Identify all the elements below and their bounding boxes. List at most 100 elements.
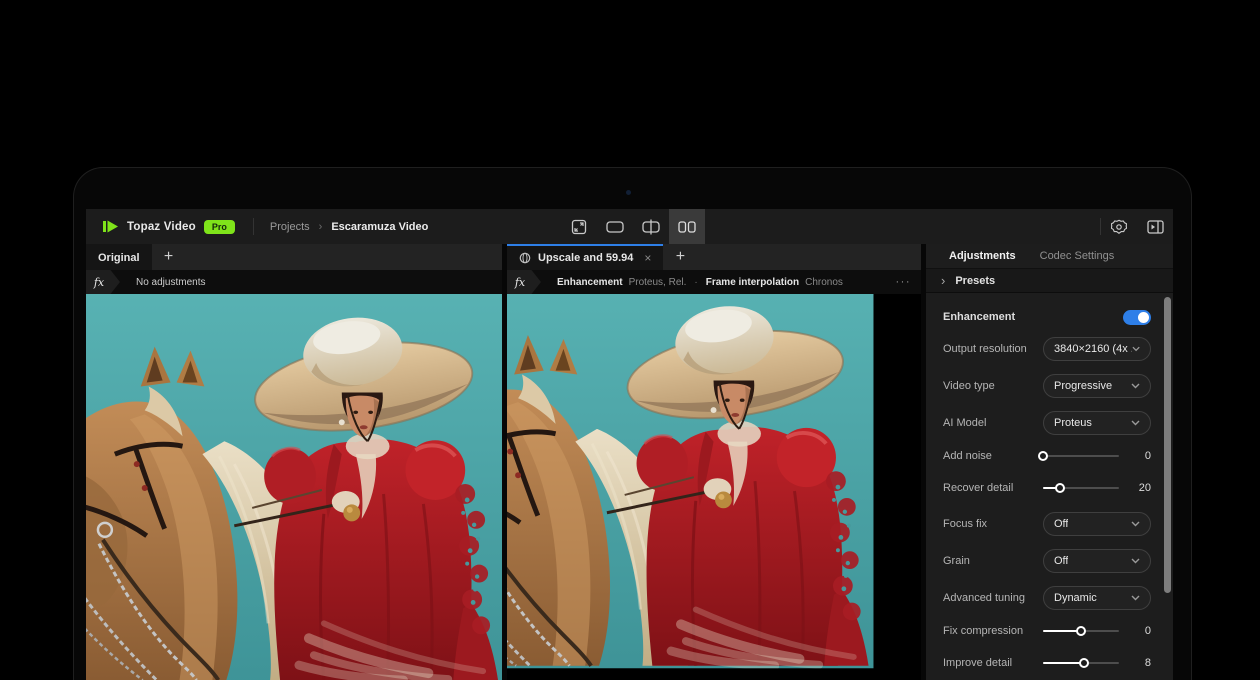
fx-badge: fx: [86, 270, 120, 294]
tab-original-label: Original: [98, 252, 140, 264]
control-row: AI Model Proteus: [943, 411, 1151, 435]
chevron-down-icon: [1131, 595, 1140, 601]
enhancement-sphere-icon: [519, 252, 531, 264]
add-view-tab-button[interactable]: +: [663, 244, 697, 270]
pro-badge: Pro: [204, 220, 235, 234]
slider-fill: [1043, 662, 1084, 664]
control-row: Fix compression 0: [943, 623, 1151, 639]
topaz-logo-icon: [102, 220, 119, 233]
focus-fix-label: Focus fix: [943, 518, 1043, 530]
separator-dot: ·: [692, 277, 699, 288]
slider-knob[interactable]: [1038, 451, 1048, 461]
original-pane: Original + fx No adjustments: [86, 244, 502, 680]
adjustments-panel: Enhancement Output resolution 3840×2160 …: [926, 293, 1173, 680]
slider-knob[interactable]: [1079, 658, 1089, 668]
presets-section-header[interactable]: › Presets: [926, 269, 1173, 293]
right-sidebar: Adjustments Codec Settings › Presets Enh…: [926, 244, 1173, 680]
split-view-button[interactable]: [633, 209, 669, 244]
control-row: Improve detail 8: [943, 655, 1151, 671]
ai-model-label: AI Model: [943, 417, 1043, 429]
dropdown-value: 3840×2160 (4x ...: [1054, 343, 1132, 355]
chevron-right-icon: ›: [941, 274, 945, 287]
dropdown-value: Proteus: [1054, 417, 1092, 429]
original-tabbar: Original +: [86, 244, 502, 270]
video-type-dropdown[interactable]: Progressive: [1043, 374, 1151, 398]
control-row: Recover detail 20: [943, 480, 1151, 496]
single-view-button[interactable]: [597, 209, 633, 244]
chevron-down-icon: [1131, 420, 1140, 426]
fit-view-icon: [571, 219, 587, 235]
output-resolution-dropdown[interactable]: 3840×2160 (4x ...: [1043, 337, 1151, 361]
enhancement-toggle[interactable]: [1123, 310, 1151, 325]
fit-view-button[interactable]: [561, 209, 597, 244]
fx-icon: fx: [94, 276, 112, 289]
grain-label: Grain: [943, 555, 1043, 567]
original-status-text: No adjustments: [136, 277, 205, 288]
breadcrumb-projects[interactable]: Projects: [270, 221, 310, 233]
grain-dropdown[interactable]: Off: [1043, 549, 1151, 573]
app-window: Topaz Video Pro Projects › Escaramuza Vi…: [86, 209, 1173, 680]
dropdown-value: Progressive: [1054, 380, 1112, 392]
dropdown-value: Off: [1054, 518, 1068, 530]
add-noise-label: Add noise: [943, 450, 1043, 462]
focus-fix-dropdown[interactable]: Off: [1043, 512, 1151, 536]
improve-detail-label: Improve detail: [943, 657, 1043, 669]
upscale-video-preview[interactable]: [507, 294, 921, 680]
advanced-tuning-label: Advanced tuning: [943, 592, 1043, 604]
chevron-down-icon: [1132, 346, 1140, 352]
app-title: Topaz Video: [127, 221, 196, 233]
recover-detail-slider[interactable]: [1043, 480, 1119, 496]
side-by-side-icon: [678, 221, 696, 233]
tab-upscale-label: Upscale and 59.94: [538, 252, 633, 264]
breadcrumb: Projects › Escaramuza Video: [254, 209, 444, 244]
fix-compression-slider[interactable]: [1043, 623, 1119, 639]
dropdown-value: Off: [1054, 555, 1068, 567]
add-noise-value: 0: [1125, 450, 1151, 462]
applied-filters-summary: Enhancement Proteus, Rel. · Frame interp…: [557, 277, 843, 288]
page-background: Topaz Video Pro Projects › Escaramuza Vi…: [0, 0, 1260, 680]
presets-label: Presets: [955, 275, 995, 287]
toggle-right-panel-icon: [1147, 220, 1164, 234]
slider-knob[interactable]: [1076, 626, 1086, 636]
tab-upscale[interactable]: Upscale and 59.94 ×: [507, 244, 663, 270]
settings-gear-icon: [1111, 219, 1127, 235]
add-noise-slider[interactable]: [1043, 448, 1119, 464]
improve-detail-slider[interactable]: [1043, 655, 1119, 671]
frame-interpolation-value: Chronos: [805, 277, 843, 288]
chevron-down-icon: [1131, 558, 1140, 564]
fx-icon: fx: [515, 276, 533, 289]
sidebar-tabs: Adjustments Codec Settings: [926, 244, 1173, 269]
more-options-icon[interactable]: ···: [896, 276, 912, 288]
enhancement-label: Enhancement: [943, 311, 1015, 323]
enhancement-filter-value: Proteus, Rel.: [629, 277, 687, 288]
laptop-frame: Topaz Video Pro Projects › Escaramuza Vi…: [73, 167, 1192, 680]
original-video-preview[interactable]: [86, 294, 502, 680]
sidebar-scrollbar[interactable]: [1164, 297, 1171, 593]
control-row: Focus fix Off: [943, 512, 1151, 536]
control-row: Output resolution 3840×2160 (4x ...: [943, 337, 1151, 361]
app-logo: Topaz Video Pro: [86, 209, 253, 244]
slider-knob[interactable]: [1055, 483, 1065, 493]
topbar-actions: [1100, 209, 1173, 244]
fix-compression-value: 0: [1125, 625, 1151, 637]
advanced-tuning-dropdown[interactable]: Dynamic: [1043, 586, 1151, 610]
toggle-right-panel-button[interactable]: [1137, 209, 1173, 244]
view-mode-group: [561, 209, 705, 244]
settings-button[interactable]: [1101, 209, 1137, 244]
single-view-icon: [606, 221, 624, 233]
breadcrumb-current-project: Escaramuza Video: [331, 221, 428, 233]
slider-track: [1043, 455, 1119, 457]
side-by-side-view-button[interactable]: [669, 209, 705, 244]
upscale-statusbar: fx Enhancement Proteus, Rel. · Frame int…: [507, 270, 921, 294]
tab-original[interactable]: Original: [86, 244, 152, 270]
tab-adjustments[interactable]: Adjustments: [949, 250, 1016, 262]
recover-detail-value: 20: [1125, 482, 1151, 494]
tab-codec-settings[interactable]: Codec Settings: [1040, 250, 1115, 262]
control-row: Add noise 0: [943, 448, 1151, 464]
ai-model-dropdown[interactable]: Proteus: [1043, 411, 1151, 435]
fix-compression-label: Fix compression: [943, 625, 1043, 637]
topbar: Topaz Video Pro Projects › Escaramuza Vi…: [86, 209, 1173, 244]
add-view-tab-button[interactable]: +: [152, 244, 186, 270]
close-tab-icon[interactable]: ×: [644, 252, 651, 264]
webcam-dot: [626, 190, 631, 195]
